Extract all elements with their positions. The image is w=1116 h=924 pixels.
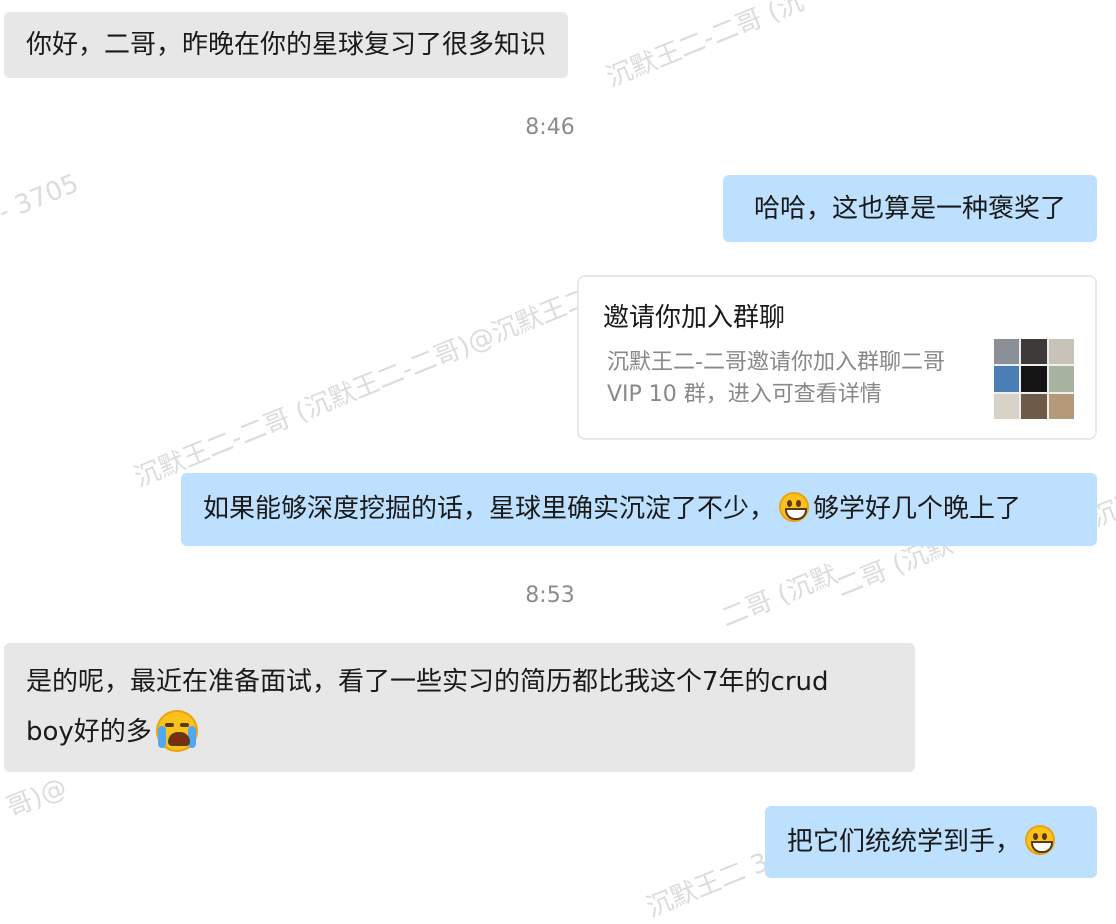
message-text: 是的呢，最近在准备面试，看了一些实习的简历都比我这个7年的crud xyxy=(26,667,829,697)
message-bubble-incoming[interactable]: 你好，二哥，昨晚在你的星球复习了很多知识 xyxy=(4,12,569,78)
message-bubble-outgoing[interactable]: 把它们统统学到手， xyxy=(765,806,1097,878)
member-avatar xyxy=(994,393,1020,419)
watermark-text: - 3705 xyxy=(0,168,83,228)
grinning-face-icon xyxy=(779,492,810,522)
timestamp: 8:46 xyxy=(525,115,575,140)
message-bubble-incoming[interactable]: 是的呢，最近在准备面试，看了一些实习的简历都比我这个7年的crud boy好的多 xyxy=(4,643,915,772)
watermark-text: 沉默王二-二哥 (沉 xyxy=(602,0,809,94)
message-text: 你好，二哥，昨晚在你的星球复习了很多知识 xyxy=(26,30,547,60)
message-text: 如果能够深度挖掘的话，星球里确实沉淀了不少， xyxy=(203,494,776,524)
watermark-text: 哥)@ xyxy=(2,772,72,824)
message-bubble-outgoing[interactable]: 哈哈，这也算是一种褒奖了 xyxy=(723,175,1097,242)
member-avatar xyxy=(1048,366,1074,392)
member-avatar xyxy=(1021,366,1047,392)
group-invite-card[interactable]: 邀请你加入群聊 沉默王二-二哥邀请你加入群聊二哥 VIP 10 群，进入可查看详… xyxy=(577,275,1097,440)
member-avatar xyxy=(1021,393,1047,419)
card-desc-line: VIP 10 群，进入可查看详情 xyxy=(607,382,882,407)
group-avatar xyxy=(994,339,1074,419)
watermark-text: 沉默王二-二哥 (沉默王二-二哥)@沉默王二 xyxy=(130,282,596,494)
message-text: boy好的多 xyxy=(26,717,152,747)
member-avatar xyxy=(1021,339,1047,365)
card-description: 沉默王二-二哥邀请你加入群聊二哥 VIP 10 群，进入可查看详情 xyxy=(607,347,987,411)
member-avatar xyxy=(1048,339,1074,365)
member-avatar xyxy=(1048,393,1074,419)
message-text: 把它们统统学到手， xyxy=(787,827,1022,857)
timestamp: 8:53 xyxy=(525,583,575,608)
message-text-line: boy好的多 xyxy=(26,707,893,757)
message-bubble-outgoing[interactable]: 如果能够深度挖掘的话，星球里确实沉淀了不少， 够学好几个晚上了 xyxy=(181,473,1097,546)
grinning-face-icon xyxy=(1025,825,1056,855)
message-text: 够学好几个晚上了 xyxy=(813,494,1022,524)
member-avatar xyxy=(994,366,1020,392)
member-avatar xyxy=(994,339,1020,365)
card-title: 邀请你加入群聊 xyxy=(603,303,786,333)
card-desc-line: 沉默王二-二哥邀请你加入群聊二哥 xyxy=(607,350,945,375)
loudly-crying-face-icon xyxy=(155,710,198,752)
message-text: 哈哈，这也算是一种褒奖了 xyxy=(753,194,1066,224)
